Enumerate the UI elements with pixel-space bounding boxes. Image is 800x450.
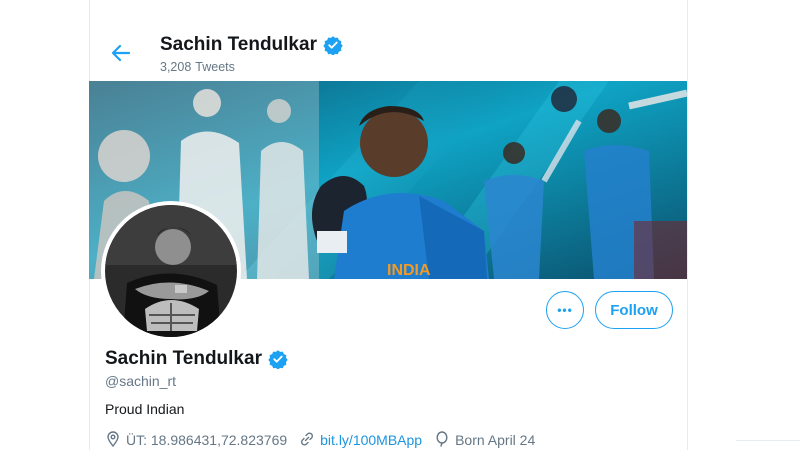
location-pin-icon <box>105 430 121 450</box>
more-options-button[interactable]: ••• <box>546 291 584 329</box>
birthday-item: Born April 24 <box>434 430 536 450</box>
follow-button[interactable]: Follow <box>595 291 673 329</box>
profile-bio: Proud Indian <box>105 401 185 417</box>
tweet-count: 3,208 Tweets <box>160 60 239 74</box>
header-name: Sachin Tendulkar <box>160 34 317 55</box>
link-icon <box>299 431 315 450</box>
website-item[interactable]: bit.ly/100MBApp <box>299 431 422 450</box>
tweet-count-value: 3,208 <box>160 60 192 74</box>
balloon-icon <box>434 430 450 450</box>
profile-name: Sachin Tendulkar <box>105 347 288 371</box>
location-text: ÜT: 18.986431,72.823769 <box>126 432 288 448</box>
location-item: ÜT: 18.986431,72.823769 <box>105 430 288 450</box>
profile-name-text: Sachin Tendulkar <box>105 348 262 369</box>
back-arrow-icon[interactable] <box>108 40 134 66</box>
more-dots-icon: ••• <box>557 303 573 317</box>
born-text: Born April 24 <box>455 432 536 448</box>
column-border-right <box>687 0 688 450</box>
profile-avatar[interactable] <box>101 201 241 341</box>
banner-jersey-text: INDIA <box>387 262 431 279</box>
header-title: Sachin Tendulkar <box>160 33 343 57</box>
verified-badge-icon <box>323 35 343 56</box>
divider-line <box>736 440 800 441</box>
website-link[interactable]: bit.ly/100MBApp <box>320 432 422 448</box>
tweet-count-label: Tweets <box>195 60 235 74</box>
verified-badge-icon <box>268 349 288 370</box>
profile-meta: ÜT: 18.986431,72.823769 bit.ly/100MBApp … <box>105 430 547 450</box>
profile-handle: @sachin_rt <box>105 373 177 389</box>
